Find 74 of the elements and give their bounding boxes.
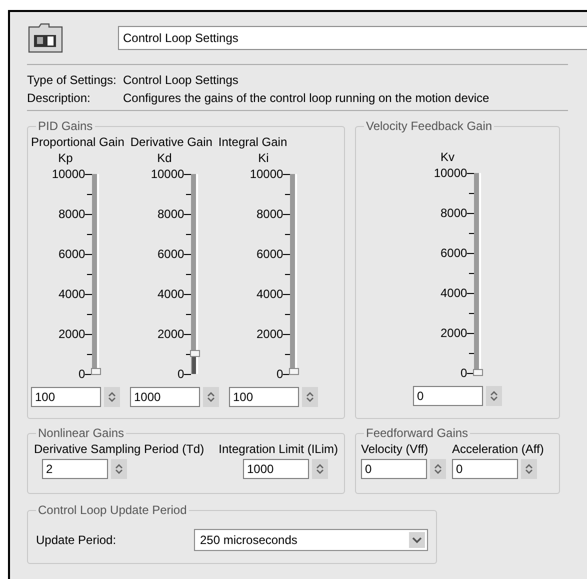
up-down-arrows-icon [108,391,116,403]
scale-label: 10000 [434,166,468,180]
slider-symbol: Kp [58,151,73,165]
number-field[interactable]: 2 [42,459,108,479]
scale-label: 6000 [157,247,184,261]
scale-label: 10000 [52,167,86,181]
group-title: Control Loop Update Period [36,502,189,518]
up-down-arrows-icon [434,463,442,475]
scale-label: 2000 [58,327,86,341]
scale-label: 8000 [440,206,468,220]
scale-label: 0 [276,367,284,381]
slider-thumb[interactable] [190,350,200,357]
dropdown[interactable]: 250 microseconds [194,529,428,551]
spin-button[interactable] [486,386,502,406]
up-down-arrows-icon [316,463,324,475]
slider-symbol: Kd [157,151,172,165]
scale-label: 2000 [256,327,284,341]
info-value: Configures the gains of the control loop running on the motion device [123,91,490,106]
up-down-arrows-icon [490,390,498,402]
scale-label: 4000 [256,287,284,301]
slider-thumb[interactable] [91,368,102,375]
slider-thumb[interactable] [473,369,484,376]
scale-label: 0 [78,367,86,381]
folder-icon [27,22,64,54]
scale-label: 10000 [150,167,184,181]
number-field[interactable]: 0 [452,459,518,479]
scale-label: 0 [178,367,184,381]
field-label: Update Period: [36,532,118,549]
spin-button[interactable] [203,387,219,407]
slider-symbol: Ki [258,151,269,165]
spin-button[interactable] [521,459,537,479]
info-value: Control Loop Settings [123,73,240,88]
scale-label: 4000 [58,287,86,301]
field-label: Derivative Sampling Period (Td) [34,442,204,457]
field-label: Integration Limit (ILim) [218,442,338,457]
scale-label: 6000 [58,247,86,261]
chevron-down-icon [409,532,425,548]
slider-caption: Integral Gain [218,135,288,150]
field-label: Acceleration (Aff) [452,442,544,457]
number-field[interactable]: 100 [229,387,299,407]
spin-button[interactable] [430,459,446,479]
scale-label: 8000 [157,207,184,221]
number-field[interactable]: 0 [413,386,483,406]
slider-thumb[interactable] [289,368,300,375]
slider-caption: Derivative Gain [130,135,212,150]
scale-label: 2000 [157,327,184,341]
up-down-arrows-icon [306,391,314,403]
info-label: Description: [27,91,92,106]
scale-label: 8000 [58,207,86,221]
slider-symbol: Kv [440,150,454,164]
spin-button[interactable] [104,387,120,407]
number-field[interactable]: 100 [31,387,101,407]
scale-label: 10000 [250,167,284,181]
scale-label: 4000 [157,287,184,301]
number-field[interactable]: 1000 [243,459,309,479]
title-field[interactable]: Control Loop Settings [118,26,587,50]
spin-button[interactable] [111,459,127,479]
up-down-arrows-icon [115,463,123,475]
scale-label: 8000 [256,207,284,221]
scale-label: 2000 [440,326,468,340]
spin-button[interactable] [302,387,318,407]
scale-label: 0 [460,366,468,380]
up-down-arrows-icon [525,463,533,475]
up-down-arrows-icon [207,391,215,403]
info-label: Type of Settings: [27,73,118,88]
number-field[interactable]: 1000 [130,387,200,407]
field-label: Velocity (Vff) [361,442,430,457]
group-title: Velocity Feedback Gain [364,118,494,134]
spin-button[interactable] [312,459,328,479]
number-field[interactable]: 0 [361,459,427,479]
scale-label: 4000 [440,286,468,300]
slider-caption: Proportional Gain [31,135,124,150]
scale-label: 6000 [256,247,284,261]
scale-label: 6000 [440,246,468,260]
